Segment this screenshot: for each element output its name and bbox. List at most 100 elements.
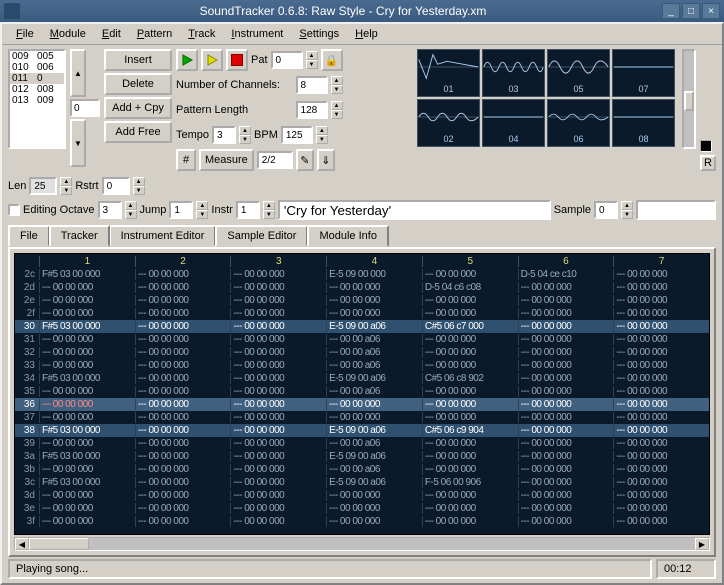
maximize-button[interactable]: □: [682, 3, 700, 19]
tracker-row[interactable]: 2e--- 00 00 000--- 00 00 000--- 00 00 00…: [15, 294, 709, 307]
scope-07[interactable]: 07: [612, 49, 675, 97]
octave-input[interactable]: 3: [98, 201, 122, 219]
minimize-button[interactable]: _: [662, 3, 680, 19]
plen-up[interactable]: ▲: [331, 101, 343, 110]
tracker-hscroll[interactable]: ◀ ▶: [14, 537, 710, 551]
tempo-down[interactable]: ▼: [239, 135, 251, 144]
pat-input[interactable]: 0: [271, 51, 303, 69]
scope-04[interactable]: 04: [482, 99, 545, 147]
measure-edit-icon[interactable]: ✎: [296, 149, 314, 171]
len-up[interactable]: ▲: [60, 177, 72, 186]
tab-file[interactable]: File: [8, 225, 50, 247]
scope-05[interactable]: 05: [547, 49, 610, 97]
tracker-row[interactable]: 35--- 00 00 000--- 00 00 000--- 00 00 00…: [15, 385, 709, 398]
tracker-row[interactable]: 2cF#5 03 00 000--- 00 00 000--- 00 00 00…: [15, 268, 709, 281]
rstrt-down[interactable]: ▼: [133, 186, 145, 195]
sample-input[interactable]: 0: [594, 201, 618, 219]
add-free-button[interactable]: Add Free: [104, 121, 172, 143]
tracker-row[interactable]: 34F#5 03 00 000--- 00 00 000--- 00 00 00…: [15, 372, 709, 385]
instr-name-input[interactable]: [278, 200, 551, 220]
bpm-down[interactable]: ▼: [316, 135, 328, 144]
octave-up[interactable]: ▲: [125, 201, 137, 210]
menu-module[interactable]: Module: [44, 26, 92, 42]
sample-down[interactable]: ▼: [621, 210, 633, 219]
tracker-row[interactable]: 3d--- 00 00 000--- 00 00 000--- 00 00 00…: [15, 489, 709, 502]
sample-up[interactable]: ▲: [621, 201, 633, 210]
tab-tracker[interactable]: Tracker: [49, 225, 110, 247]
songlist-down-button[interactable]: ▼: [70, 119, 86, 167]
play-button[interactable]: [176, 49, 198, 71]
menu-instrument[interactable]: Instrument: [225, 26, 289, 42]
tracker-row[interactable]: 3aF#5 03 00 000--- 00 00 000--- 00 00 00…: [15, 450, 709, 463]
tempo-up[interactable]: ▲: [239, 126, 251, 135]
pat-down[interactable]: ▼: [306, 60, 318, 69]
scope-01[interactable]: 01: [417, 49, 480, 97]
sharp-button[interactable]: #: [176, 149, 196, 171]
tracker-row[interactable]: 3f--- 00 00 000--- 00 00 000--- 00 00 00…: [15, 515, 709, 528]
insert-button[interactable]: Insert: [104, 49, 172, 71]
measure-button[interactable]: Measure: [199, 149, 254, 171]
play-pattern-button[interactable]: [201, 49, 223, 71]
arrow-down-icon[interactable]: ⇓: [317, 149, 335, 171]
tracker-row[interactable]: 39--- 00 00 000--- 00 00 000--- 00 00 00…: [15, 437, 709, 450]
tracker-row[interactable]: 31--- 00 00 000--- 00 00 000--- 00 00 00…: [15, 333, 709, 346]
tracker-row[interactable]: 3cF#5 03 00 000--- 00 00 000--- 00 00 00…: [15, 476, 709, 489]
bpm-input[interactable]: 125: [281, 126, 313, 144]
scope-08[interactable]: 08: [612, 99, 675, 147]
tracker-row[interactable]: 37--- 00 00 000--- 00 00 000--- 00 00 00…: [15, 411, 709, 424]
scope-02[interactable]: 02: [417, 99, 480, 147]
songlist-row[interactable]: 0110: [10, 73, 64, 84]
menu-file[interactable]: File: [10, 26, 40, 42]
tracker-row[interactable]: 36--- 00 00 000--- 00 00 000--- 00 00 00…: [15, 398, 709, 411]
instr-down[interactable]: ▼: [263, 210, 275, 219]
chan-down[interactable]: ▼: [331, 85, 343, 94]
len-input[interactable]: 25: [29, 177, 57, 195]
song-position-list[interactable]: 0090050100060110012008013009: [8, 49, 66, 149]
sample-name-input[interactable]: [636, 200, 716, 220]
rstrt-input[interactable]: 0: [102, 177, 130, 195]
close-button[interactable]: ×: [702, 3, 720, 19]
measure-input[interactable]: 2/2: [257, 151, 293, 169]
editing-checkbox[interactable]: [8, 204, 20, 216]
plen-input[interactable]: 128: [296, 101, 328, 119]
pat-up[interactable]: ▲: [306, 51, 318, 60]
songlist-row[interactable]: 009005: [10, 51, 64, 62]
menu-edit[interactable]: Edit: [96, 26, 127, 42]
menu-settings[interactable]: Settings: [293, 26, 345, 42]
octave-down[interactable]: ▼: [125, 210, 137, 219]
instr-input[interactable]: 1: [236, 201, 260, 219]
scroll-thumb[interactable]: [29, 538, 89, 550]
tracker-row[interactable]: 30F#5 03 00 000--- 00 00 000--- 00 00 00…: [15, 320, 709, 333]
tracker-row[interactable]: 3e--- 00 00 000--- 00 00 000--- 00 00 00…: [15, 502, 709, 515]
instr-up[interactable]: ▲: [263, 201, 275, 210]
tab-sample-editor[interactable]: Sample Editor: [215, 225, 308, 247]
rstrt-up[interactable]: ▲: [133, 177, 145, 186]
delete-button[interactable]: Delete: [104, 73, 172, 95]
stop-button[interactable]: [226, 49, 248, 71]
plen-down[interactable]: ▼: [331, 110, 343, 119]
songlist-up-button[interactable]: ▲: [70, 49, 86, 97]
scope-03[interactable]: 03: [482, 49, 545, 97]
add-cpy-button[interactable]: Add + Cpy: [104, 97, 172, 119]
tracker-row[interactable]: 2d--- 00 00 000--- 00 00 000--- 00 00 00…: [15, 281, 709, 294]
menu-track[interactable]: Track: [182, 26, 221, 42]
tempo-input[interactable]: 3: [212, 126, 236, 144]
tab-instrument-editor[interactable]: Instrument Editor: [109, 225, 217, 247]
jump-down[interactable]: ▼: [196, 210, 208, 219]
scope-06[interactable]: 06: [547, 99, 610, 147]
len-down[interactable]: ▼: [60, 186, 72, 195]
tracker-row[interactable]: 2f--- 00 00 000--- 00 00 000--- 00 00 00…: [15, 307, 709, 320]
lock-icon[interactable]: 🔒: [321, 49, 343, 71]
jump-up[interactable]: ▲: [196, 201, 208, 210]
volume-slider[interactable]: [682, 49, 696, 149]
tracker-row[interactable]: 33--- 00 00 000--- 00 00 000--- 00 00 00…: [15, 359, 709, 372]
r-button[interactable]: R: [700, 155, 716, 171]
songlist-row[interactable]: 013009: [10, 95, 64, 106]
tracker-view[interactable]: 1234567 2cF#5 03 00 000--- 00 00 000--- …: [14, 253, 710, 535]
chan-up[interactable]: ▲: [331, 76, 343, 85]
tab-module-info[interactable]: Module Info: [307, 225, 388, 247]
menu-help[interactable]: Help: [349, 26, 384, 42]
channels-input[interactable]: 8: [296, 76, 328, 94]
tracker-row[interactable]: 38F#5 03 00 000--- 00 00 000--- 00 00 00…: [15, 424, 709, 437]
scroll-left-icon[interactable]: ◀: [15, 538, 29, 550]
